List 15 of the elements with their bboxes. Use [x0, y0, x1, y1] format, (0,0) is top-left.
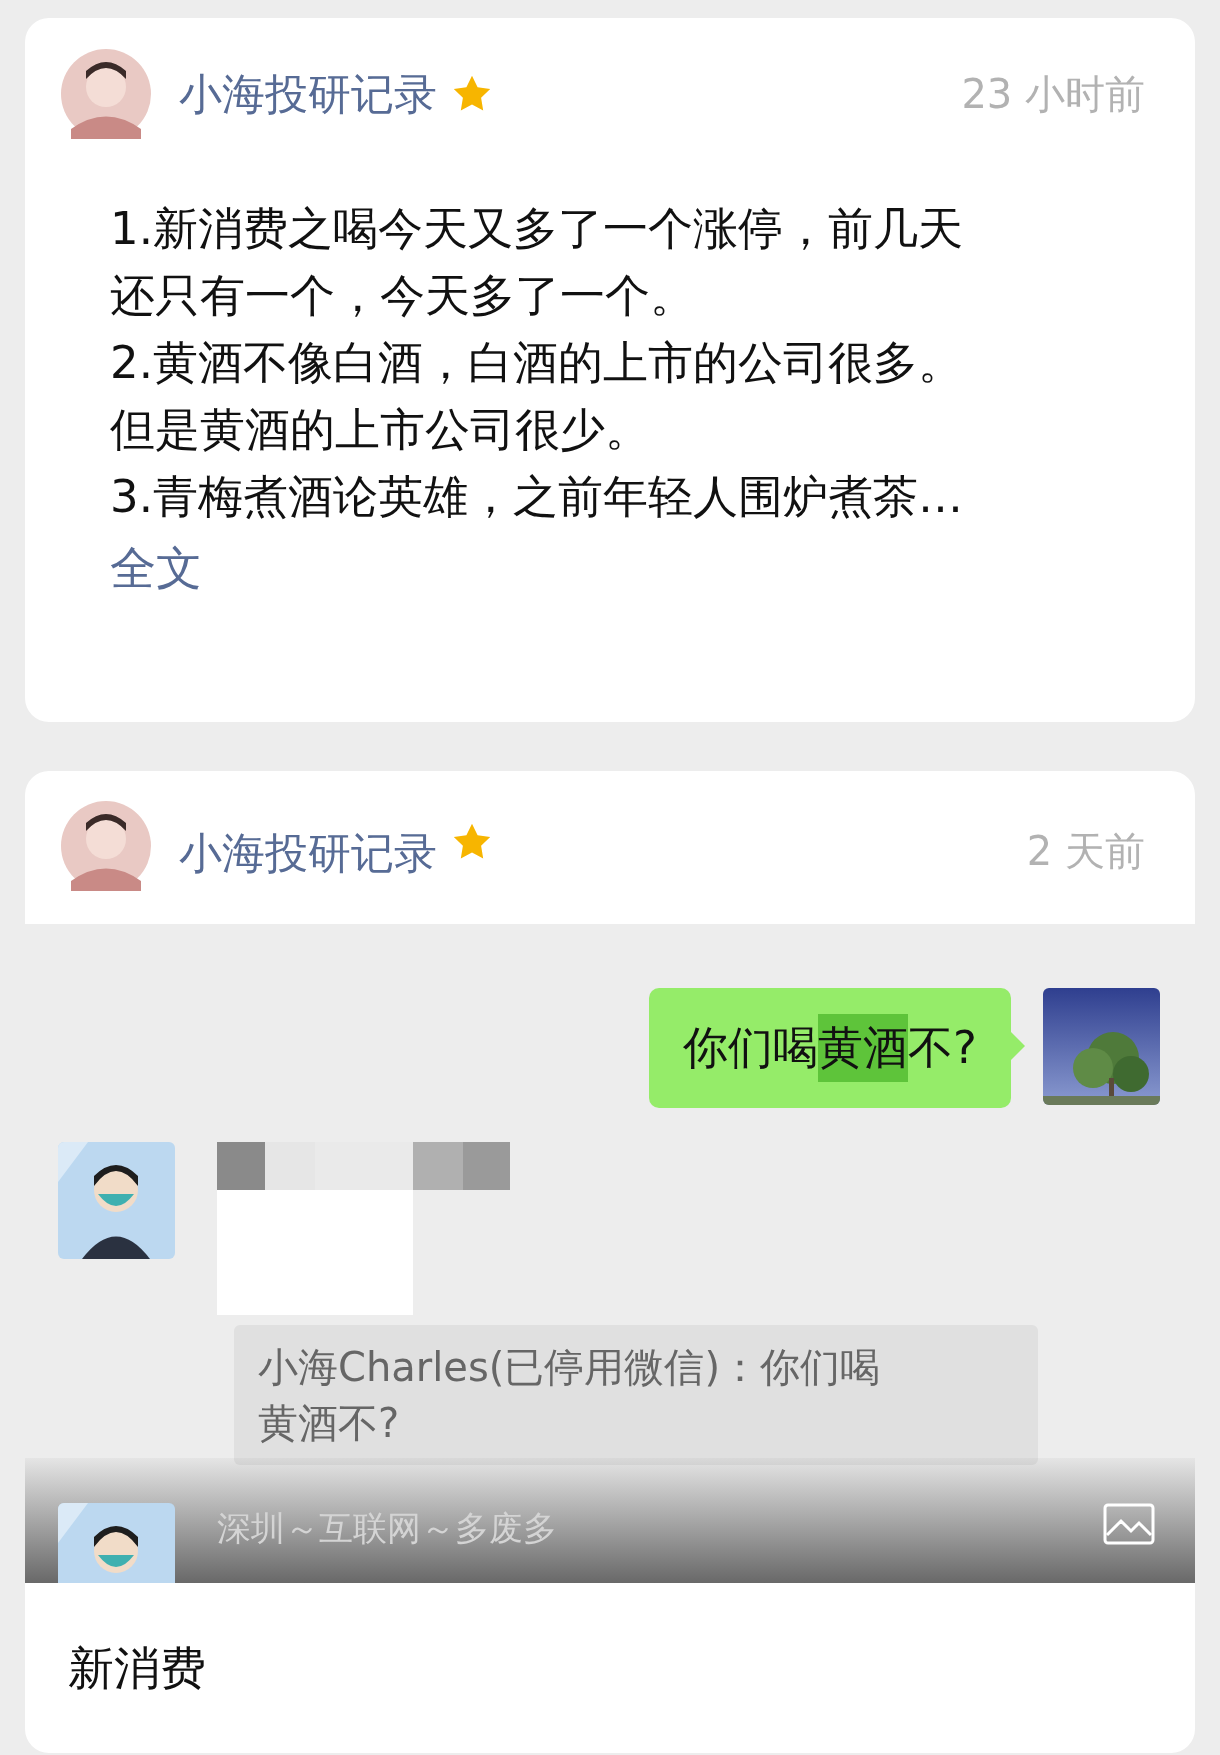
quoted-message: 小海Charles(已停用微信)：你们喝黄酒不? — [234, 1325, 1038, 1465]
image-icon — [1103, 1503, 1155, 1545]
sender-name: 深圳～互联网～多废多 — [217, 1507, 557, 1550]
author-name[interactable]: 小海投研记录 — [179, 821, 437, 886]
author-name[interactable]: 小海投研记录 — [179, 61, 437, 127]
post-time: 2 天前 — [1026, 827, 1145, 876]
full-text-link[interactable]: 全文 — [110, 534, 202, 603]
post-time: 23 小时前 — [961, 70, 1145, 119]
bubble-tail — [1011, 1032, 1025, 1060]
post-text: 还只有一个，今天多了一个。 — [110, 268, 696, 324]
post-text: 3.青梅煮酒论英雄，之前年轻人围炉煮茶… — [110, 469, 964, 525]
post-text: 1.新消费之喝今天又多了一个涨停，前几天 — [110, 201, 964, 257]
post-text: 2.黄酒不像白酒，白酒的上市的公司很多。 — [110, 335, 964, 391]
chat-record-title: 新消费 — [67, 1639, 207, 1697]
post-text: 但是黄酒的上市公司很少。 — [110, 402, 651, 458]
